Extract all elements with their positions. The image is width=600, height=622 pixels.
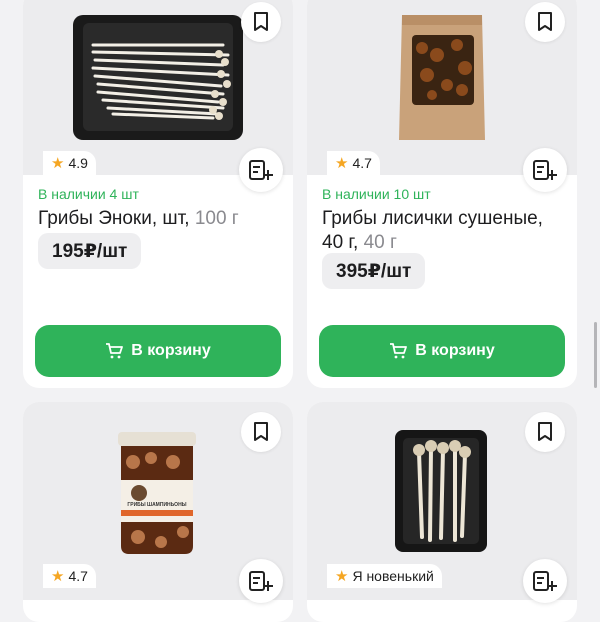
- rating-value: 4.9: [68, 155, 88, 171]
- bookmark-icon: [538, 12, 552, 31]
- price-tag: 195₽/шт: [38, 233, 142, 269]
- rating-value: 4.7: [68, 568, 88, 584]
- price-tag: 395₽/шт: [322, 253, 426, 289]
- add-to-list-button[interactable]: [239, 148, 283, 192]
- add-to-list-icon: [533, 571, 557, 591]
- bookmark-icon: [538, 422, 552, 441]
- bookmark-icon: [254, 422, 268, 441]
- product-weight: 100 г: [194, 208, 239, 229]
- rating-value: 4.7: [352, 155, 372, 171]
- product-name-line2: 40 г,: [322, 232, 359, 253]
- bookmark-button[interactable]: [241, 412, 281, 452]
- star-icon: ★: [51, 568, 65, 585]
- add-to-cart-button[interactable]: В корзину: [35, 325, 281, 377]
- add-to-cart-label: В корзину: [415, 342, 495, 359]
- rating-badge: ★ 4.7: [43, 564, 96, 588]
- cart-icon: [390, 343, 408, 359]
- product-name-line1: Грибы лисички сушеные,: [322, 208, 543, 229]
- product-card-champignons[interactable]: ГРИБЫ ШАМПИНЬОНЫ ★ 4.7: [23, 402, 293, 622]
- product-card-white-mushrooms[interactable]: ★ Я новенький: [307, 402, 577, 622]
- add-to-cart-button[interactable]: В корзину: [319, 325, 565, 377]
- cart-icon: [106, 343, 124, 359]
- product-weight: 40 г: [363, 232, 397, 253]
- add-to-list-icon: [249, 160, 273, 180]
- rating-badge: ★ 4.7: [327, 151, 380, 175]
- rating-badge: ★ Я новенький: [327, 564, 442, 588]
- product-card-enoki[interactable]: ★ 4.9 В наличии 4 шт Грибы Эноки, шт, 10…: [23, 0, 293, 388]
- bookmark-button[interactable]: [525, 412, 565, 452]
- product-name: Грибы Эноки, шт,: [38, 208, 190, 229]
- jar-label-text: ГРИБЫ ШАМПИНЬОНЫ: [127, 502, 186, 508]
- bookmark-button[interactable]: [241, 2, 281, 42]
- add-to-list-button[interactable]: [239, 559, 283, 603]
- bookmark-button[interactable]: [525, 2, 565, 42]
- product-title: Грибы Эноки, шт, 100 г: [38, 207, 288, 231]
- stock-status: В наличии 4 шт: [38, 186, 139, 202]
- product-card-chanterelles[interactable]: ★ 4.7 В наличии 10 шт Грибы лисички суше…: [307, 0, 577, 388]
- rating-badge: ★ 4.9: [43, 151, 96, 175]
- add-to-list-icon: [533, 160, 557, 180]
- star-icon: ★: [51, 155, 65, 172]
- star-icon: ★: [335, 568, 349, 585]
- add-to-list-button[interactable]: [523, 559, 567, 603]
- star-icon: ★: [335, 155, 349, 172]
- add-to-list-icon: [249, 571, 273, 591]
- product-title: Грибы лисички сушеные, 40 г, 40 г: [322, 207, 572, 255]
- bookmark-icon: [254, 12, 268, 31]
- stock-status: В наличии 10 шт: [322, 186, 431, 202]
- add-to-list-button[interactable]: [523, 148, 567, 192]
- scrollbar[interactable]: [594, 322, 597, 388]
- add-to-cart-label: В корзину: [131, 342, 211, 359]
- new-product-label: Я новенький: [352, 568, 434, 584]
